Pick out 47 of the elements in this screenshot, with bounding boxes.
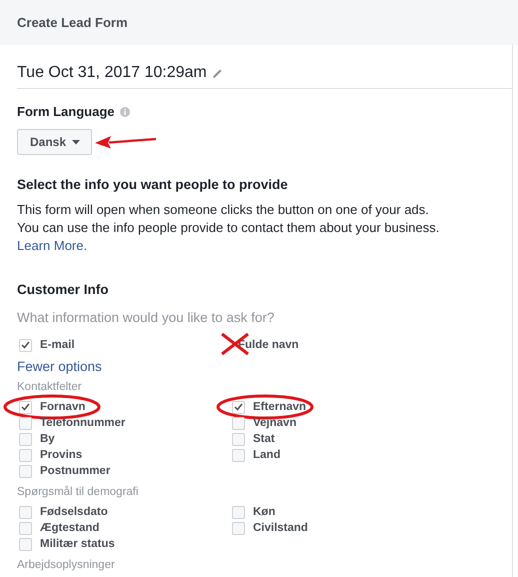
checkbox[interactable] [232, 416, 245, 430]
option-label: Civilstand [253, 522, 308, 534]
group-title: Kontaktfelter [17, 381, 83, 393]
option-label: Postnummer [40, 465, 110, 477]
checkbox[interactable] [19, 506, 32, 518]
customer-info-heading: Customer Info [17, 282, 110, 297]
option-label: E-mail [40, 339, 75, 351]
annotation-arrow [95, 135, 158, 149]
checkbox[interactable] [19, 432, 32, 446]
fewer-options-link[interactable]: Fewer options [17, 359, 512, 374]
option-label: Fornavn [40, 401, 86, 413]
option-label: Militær status [40, 538, 115, 550]
option-label: Køn [253, 506, 276, 518]
checkbox[interactable] [19, 338, 32, 352]
option-label: Provins [40, 449, 82, 461]
group-title: Spørgsmål til demografi [17, 486, 140, 498]
learn-more-link[interactable]: Learn More. [17, 238, 88, 253]
caret-icon [72, 140, 80, 144]
form-name: Tue Oct 31, 2017 10:29am [17, 64, 207, 82]
checkbox[interactable] [19, 400, 32, 414]
checkbox[interactable] [232, 400, 245, 414]
option-label: By [40, 433, 55, 445]
option-label: Fødselsdato [40, 506, 108, 518]
form-title: Create Lead Form [17, 15, 128, 30]
checkbox[interactable] [19, 416, 32, 430]
description-text: This form will open when someone clicks the button on one of your ads. You can use the info people provide to contact them about your business. Learn More. [17, 201, 440, 255]
checkbox[interactable] [232, 448, 245, 462]
question-text: What information would you like to ask for? [17, 310, 276, 325]
group-title: Arbejdsoplysninger [17, 559, 116, 571]
option-label: Efternavn [253, 401, 306, 413]
pencil-icon[interactable] [212, 68, 223, 78]
info-icon[interactable] [120, 106, 130, 116]
option-label: Stat [253, 433, 275, 445]
option-label: Vejnavn [253, 417, 296, 429]
checkbox[interactable] [19, 464, 32, 478]
language-dropdown[interactable]: Dansk [17, 129, 92, 155]
checkbox[interactable] [232, 506, 245, 518]
option-label: Land [253, 449, 280, 461]
form-language-label: Form Language [17, 104, 115, 119]
option-label: Telefonnummer [40, 417, 126, 429]
checkbox[interactable] [232, 522, 245, 534]
checkbox[interactable] [232, 432, 245, 446]
checkbox[interactable] [19, 538, 32, 550]
checkbox[interactable] [19, 522, 32, 534]
option-label: Ægtestand [40, 522, 100, 534]
section-heading: Select the info you want people to provide [17, 177, 289, 192]
checkbox[interactable] [19, 448, 32, 462]
